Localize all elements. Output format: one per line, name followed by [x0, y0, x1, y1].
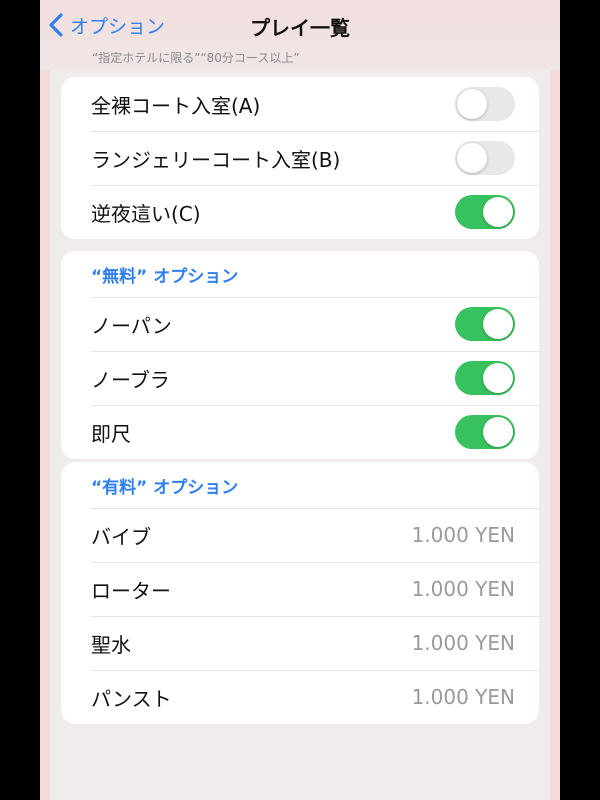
background-stripe-left — [40, 70, 50, 800]
option-label: 逆夜這い(C) — [91, 201, 201, 226]
paid-option-row-seisui[interactable]: 聖水 1.000 YEN — [61, 616, 539, 670]
option-label: ノーブラ — [91, 367, 170, 392]
court-options-card: 全裸コート入室(A) ランジェリーコート入室(B) 逆夜這い(C) — [61, 77, 539, 239]
page-title: プレイ一覧 — [250, 16, 350, 40]
option-label: 全裸コート入室(A) — [91, 93, 261, 118]
option-label: ノーパン — [91, 313, 172, 338]
option-row-sokushaku: 即尺 — [61, 405, 539, 459]
toggle-switch[interactable] — [455, 307, 515, 341]
page-subtitle: “指定ホテルに限る”“80分コース以上” — [92, 51, 300, 65]
toggle-knob — [457, 143, 487, 173]
background-stripe-right — [550, 70, 560, 800]
paid-option-row-pantyhose[interactable]: パンスト 1.000 YEN — [61, 670, 539, 724]
option-label: 即尺 — [91, 421, 131, 446]
toggle-switch[interactable] — [455, 87, 515, 121]
option-label: ランジェリーコート入室(B) — [91, 147, 341, 172]
option-row-reverse-yobai: 逆夜這い(C) — [61, 185, 539, 239]
paid-option-row-rotor[interactable]: ローター 1.000 YEN — [61, 562, 539, 616]
option-price: 1.000 YEN — [411, 523, 515, 547]
toggle-knob — [483, 417, 513, 447]
option-label: バイブ — [91, 524, 151, 549]
toggle-switch[interactable] — [455, 415, 515, 449]
toggle-knob — [457, 89, 487, 119]
option-price: 1.000 YEN — [411, 685, 515, 709]
phone-screen: オプション プレイ一覧 “指定ホテルに限る”“80分コース以上” 全裸コート入室… — [40, 0, 560, 800]
toggle-knob — [483, 309, 513, 339]
option-label: ローター — [91, 578, 171, 603]
option-label: パンスト — [91, 686, 172, 711]
option-row-nude-court: 全裸コート入室(A) — [61, 77, 539, 131]
option-label: 聖水 — [91, 632, 131, 657]
toggle-knob — [483, 363, 513, 393]
paid-option-row-vibe[interactable]: バイブ 1.000 YEN — [61, 508, 539, 562]
toggle-switch[interactable] — [455, 141, 515, 175]
paid-options-header: “有料” オプション — [91, 477, 239, 498]
toggle-knob — [483, 197, 513, 227]
option-price: 1.000 YEN — [411, 577, 515, 601]
free-options-header: “無料” オプション — [91, 266, 239, 287]
toggle-switch[interactable] — [455, 361, 515, 395]
option-row-no-panties: ノーパン — [61, 297, 539, 351]
option-price: 1.000 YEN — [411, 631, 515, 655]
free-options-card: “無料” オプション ノーパン ノーブラ 即尺 — [61, 251, 539, 459]
option-row-no-bra: ノーブラ — [61, 351, 539, 405]
paid-options-card: “有料” オプション バイブ 1.000 YEN ローター 1.000 YEN … — [61, 462, 539, 724]
navigation-bar: オプション プレイ一覧 — [40, 0, 560, 50]
toggle-switch[interactable] — [455, 195, 515, 229]
option-row-lingerie-court: ランジェリーコート入室(B) — [61, 131, 539, 185]
